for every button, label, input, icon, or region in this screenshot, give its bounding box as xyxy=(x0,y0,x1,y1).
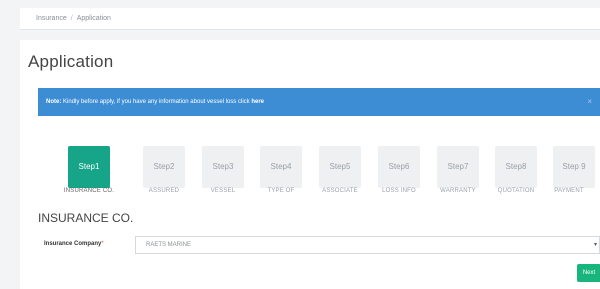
step-2-button[interactable]: Step2 xyxy=(143,146,185,188)
breadcrumb-separator: / xyxy=(70,15,73,22)
note-here-link[interactable]: here xyxy=(251,99,264,105)
step-6-button[interactable]: Step6 xyxy=(378,146,420,188)
insurance-company-value: RAETS MARINE xyxy=(146,242,192,248)
step-9-button[interactable]: Step 9 xyxy=(553,146,595,188)
step-3-button[interactable]: Step3 xyxy=(202,146,244,188)
step-1-caption: INSURANCE CO. xyxy=(63,188,115,194)
page-title: Application xyxy=(28,52,114,71)
breadcrumb-root-link[interactable]: Insurance xyxy=(36,15,67,22)
insurance-company-select[interactable]: RAETS MARINE ▾ xyxy=(135,236,600,254)
step-4-button[interactable]: Step4 xyxy=(260,146,302,188)
insurance-company-label-text: Insurance Company xyxy=(44,241,102,247)
note-banner: Note: Kindly before apply, if you have a… xyxy=(38,88,600,116)
chevron-down-icon: ▾ xyxy=(593,242,597,248)
section-title: INSURANCE CO. xyxy=(38,211,134,225)
step-7-button[interactable]: Step7 xyxy=(437,146,479,188)
insurance-company-label: Insurance Company* xyxy=(44,241,104,247)
breadcrumb: Insurance / Application xyxy=(20,8,600,30)
breadcrumb-current: Application xyxy=(76,15,111,22)
step-2-caption: ASSURED xyxy=(148,188,180,194)
step-7-caption: WARRANTY xyxy=(440,188,476,194)
note-text: Kindly before apply, if you have any inf… xyxy=(63,99,250,105)
required-marker: * xyxy=(101,241,104,247)
close-icon[interactable]: × xyxy=(587,88,592,116)
step-9-caption: PAYMENT xyxy=(554,188,584,194)
step-1-button[interactable]: Step1 xyxy=(68,146,110,188)
step-8-button[interactable]: Step8 xyxy=(495,146,537,188)
step-3-caption: VESSEL xyxy=(210,188,236,194)
step-4-caption: TYPE OF xyxy=(267,188,295,194)
next-button[interactable]: Next xyxy=(577,264,600,282)
step-6-caption: LOSS INFO xyxy=(382,188,416,194)
step-5-button[interactable]: Step5 xyxy=(319,146,361,188)
step-5-caption: ASSOCIATE xyxy=(322,188,358,194)
note-label: Note: xyxy=(46,99,62,105)
